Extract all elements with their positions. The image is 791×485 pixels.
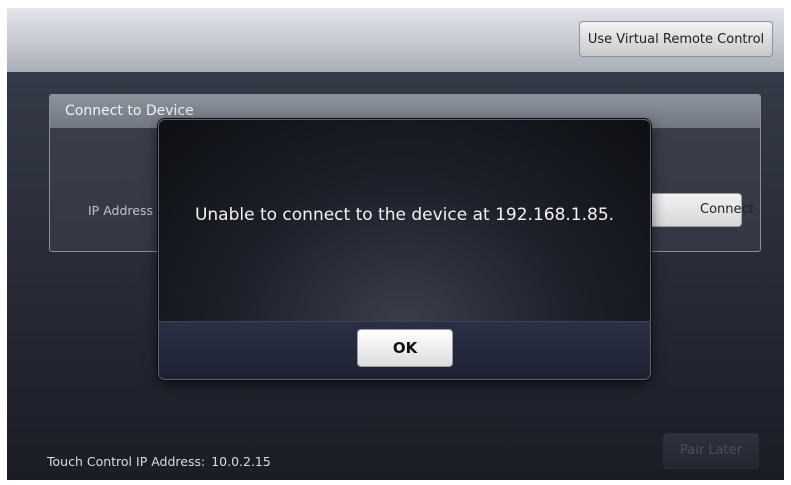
virtual-remote-button[interactable]: Use Virtual Remote Control: [579, 21, 773, 57]
dialog-button-bar: OK: [159, 321, 650, 379]
error-message: Unable to connect to the device at 192.1…: [194, 205, 615, 225]
touch-control-ip: Touch Control IP Address: 10.0.2.15: [47, 454, 271, 469]
error-dialog: Unable to connect to the device at 192.1…: [158, 119, 651, 380]
pair-later-button[interactable]: Pair Later: [663, 433, 759, 469]
touch-control-ip-label: Touch Control IP Address:: [47, 454, 206, 469]
ip-address-label: IP Address: [88, 203, 153, 218]
connect-button[interactable]: Connect: [648, 193, 754, 227]
touch-control-ip-value: 10.0.2.15: [211, 454, 271, 469]
app-screen: Use Virtual Remote Control Connect to De…: [7, 8, 784, 480]
ok-button[interactable]: OK: [357, 329, 453, 367]
top-bar: Use Virtual Remote Control: [7, 8, 784, 72]
